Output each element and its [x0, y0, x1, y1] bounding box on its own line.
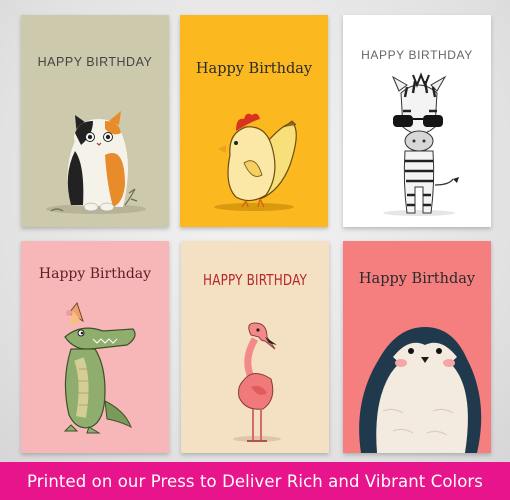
- card-penguin[interactable]: Happy Birthday: [343, 241, 491, 453]
- card-title: HAPPY BIRTHDAY: [203, 271, 307, 289]
- card-chicken[interactable]: Happy Birthday: [180, 15, 328, 227]
- card-title: Happy Birthday: [195, 61, 313, 77]
- promo-banner: Printed on our Press to Deliver Rich and…: [0, 462, 510, 500]
- card-zebra[interactable]: HAPPY BIRTHDAY: [343, 15, 491, 227]
- cat-illustration: [46, 111, 146, 214]
- card-title: Happy Birthday: [38, 266, 152, 282]
- zebra-sunglasses-illustration: [383, 72, 459, 216]
- card-flamingo[interactable]: HAPPY BIRTHDAY: [181, 241, 329, 453]
- banner-text: Printed on our Press to Deliver Rich and…: [27, 471, 483, 491]
- card-title: HAPPY BIRTHDAY: [37, 55, 153, 69]
- card-title: Happy Birthday: [358, 271, 476, 287]
- card-cat[interactable]: HAPPY BIRTHDAY: [21, 15, 169, 227]
- card-title: HAPPY BIRTHDAY: [361, 48, 473, 62]
- card-crocodile[interactable]: Happy Birthday: [21, 241, 169, 453]
- chicken-banana-illustration: [214, 113, 297, 211]
